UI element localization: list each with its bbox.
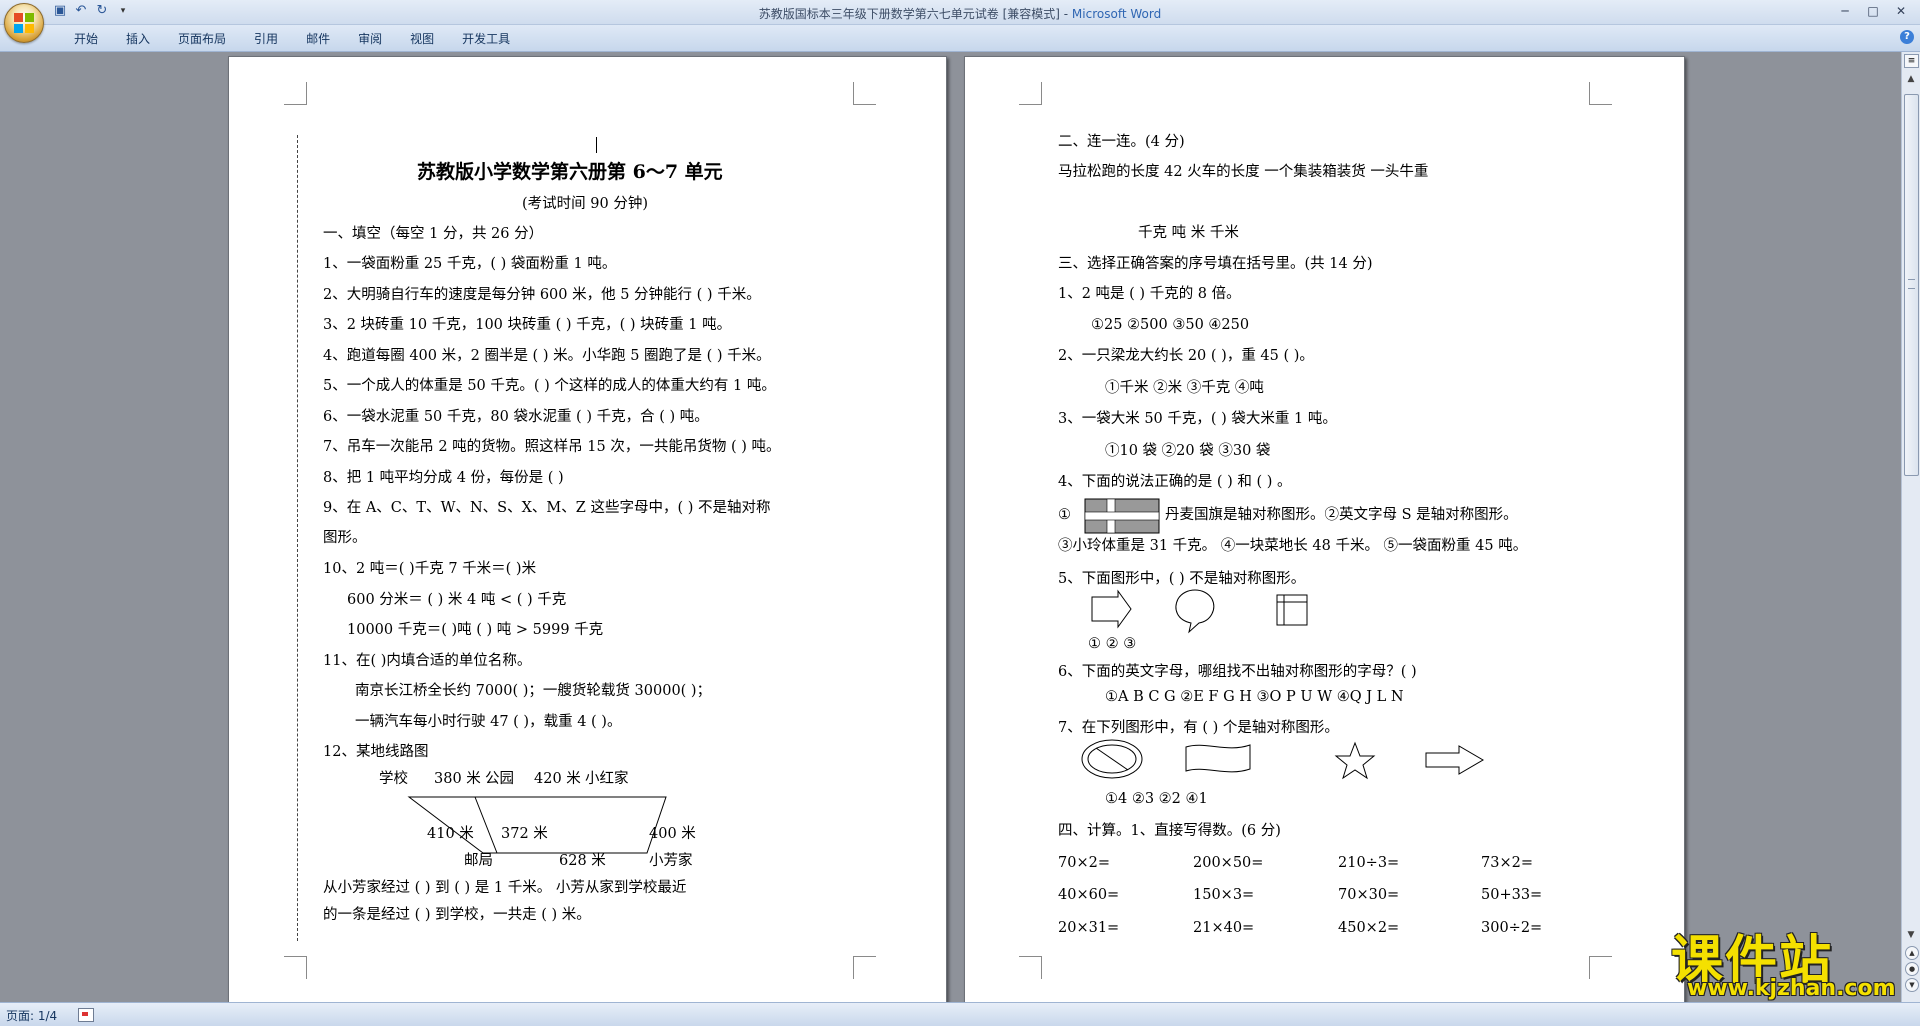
question-line: 的一条是经过 ( ) 到学校，一共走 ( ) 米。 [323, 907, 591, 923]
calc-item: 300÷2= [1481, 920, 1543, 936]
minimize-button[interactable]: ─ [1832, 2, 1858, 20]
page-2[interactable]: 二、连一连。(4 分) 马拉松跑的长度 42 火车的长度 一个集装箱装货 一头牛… [964, 56, 1685, 1002]
section-heading: 四、计算。1、直接写得数。(6 分) [1058, 823, 1281, 839]
tab-insert[interactable]: 插入 [112, 30, 164, 48]
vertical-scrollbar[interactable]: ≡ ▲ ▼ ▲ ● ▼ [1901, 52, 1920, 1002]
calc-item: 70×2= [1058, 855, 1110, 871]
calc-item: 210÷3= [1338, 855, 1400, 871]
scroll-up-icon[interactable]: ▲ [1904, 72, 1918, 86]
scroll-thumb[interactable] [1904, 94, 1919, 476]
calc-item: 50+33= [1481, 887, 1543, 903]
map-label: 372 米 [501, 826, 548, 842]
window-controls: ─ □ ✕ [1832, 2, 1914, 20]
map-label: 420 米 [534, 771, 581, 787]
maximize-button[interactable]: □ [1860, 2, 1886, 20]
tab-page-layout[interactable]: 页面布局 [164, 30, 240, 48]
map-label: 公园 [485, 771, 514, 787]
ribbon-tabs: 开始 插入 页面布局 引用 邮件 审阅 视图 开发工具 [60, 30, 524, 48]
previous-page-icon[interactable]: ▲ [1905, 946, 1919, 960]
next-page-icon[interactable]: ▼ [1905, 978, 1919, 992]
tab-references[interactable]: 引用 [240, 30, 292, 48]
page-1[interactable]: 苏教版小学数学第六册第 6～7 单元 (考试时间 90 分钟) 一、填空（每空 … [228, 56, 947, 1002]
title-bar: ▣ ↶ ↻ ▾ 苏教版国标本三年级下册数学第六七单元试卷 [兼容模式] - Mi… [0, 0, 1920, 43]
map-label: 邮局 [464, 853, 493, 869]
document-title: 苏教版国标本三年级下册数学第六七单元试卷 [兼容模式] - [758, 7, 1072, 21]
macro-record-icon[interactable] [78, 1008, 94, 1022]
watermark-url: www.kjzhan.com [1687, 976, 1896, 1001]
map-label: 400 米 [649, 826, 696, 842]
calc-item: 73×2= [1481, 855, 1533, 871]
calc-item: 21×40= [1193, 920, 1255, 936]
status-bar: 页面: 1/4 [0, 1002, 1920, 1026]
calc-item: 450×2= [1338, 920, 1400, 936]
map-label: 628 米 [559, 853, 606, 869]
calc-item: 70×30= [1338, 887, 1400, 903]
browse-object-icon[interactable]: ● [1905, 962, 1919, 976]
scroll-grip-icon [1908, 279, 1915, 289]
scroll-down-icon[interactable]: ▼ [1904, 928, 1918, 942]
calc-item: 40×60= [1058, 887, 1120, 903]
window-title: 苏教版国标本三年级下册数学第六七单元试卷 [兼容模式] - Microsoft … [0, 5, 1920, 22]
calc-item: 150×3= [1193, 887, 1255, 903]
map-label: 学校 [379, 771, 408, 787]
ribbon-tabs-bar: 开始 插入 页面布局 引用 邮件 审阅 视图 开发工具 ? [0, 25, 1920, 52]
map-label: 小红家 [585, 771, 629, 787]
calc-item: 200×50= [1193, 855, 1264, 871]
wave-flag-shape [1185, 744, 1251, 773]
tab-mailings[interactable]: 邮件 [292, 30, 344, 48]
document-area[interactable]: 苏教版小学数学第六册第 6～7 单元 (考试时间 90 分钟) 一、填空（每空 … [0, 52, 1902, 1002]
answer-options: ①4 ②3 ②2 ④1 [1105, 791, 1208, 807]
site-watermark: 课件站 www.kjzhan.com [1665, 918, 1905, 1004]
tab-home[interactable]: 开始 [60, 30, 112, 48]
map-label: 410 米 [427, 826, 474, 842]
question-line: 从小芳家经过 ( ) 到 ( ) 是 1 千米。 小芳从家到学校最近 [323, 880, 687, 896]
tab-review[interactable]: 审阅 [344, 30, 396, 48]
calc-item: 20×31= [1058, 920, 1120, 936]
tab-developer[interactable]: 开发工具 [448, 30, 524, 48]
help-icon[interactable]: ? [1900, 30, 1914, 44]
office-button[interactable] [4, 3, 44, 43]
ruler-toggle-icon[interactable]: ≡ [1904, 54, 1919, 68]
close-button[interactable]: ✕ [1888, 2, 1914, 20]
office-logo-icon [14, 13, 34, 33]
map-label: 小芳家 [649, 853, 693, 869]
star-shape [1334, 741, 1376, 780]
map-label: 380 米 [434, 771, 481, 787]
app-name: Microsoft Word [1071, 7, 1162, 21]
route-map-diagonal [474, 796, 498, 854]
page-indicator[interactable]: 页面: 1/4 [6, 1007, 57, 1024]
arrow-shape [1425, 745, 1484, 775]
tab-view[interactable]: 视图 [396, 30, 448, 48]
no-sign-bar [1095, 747, 1129, 771]
